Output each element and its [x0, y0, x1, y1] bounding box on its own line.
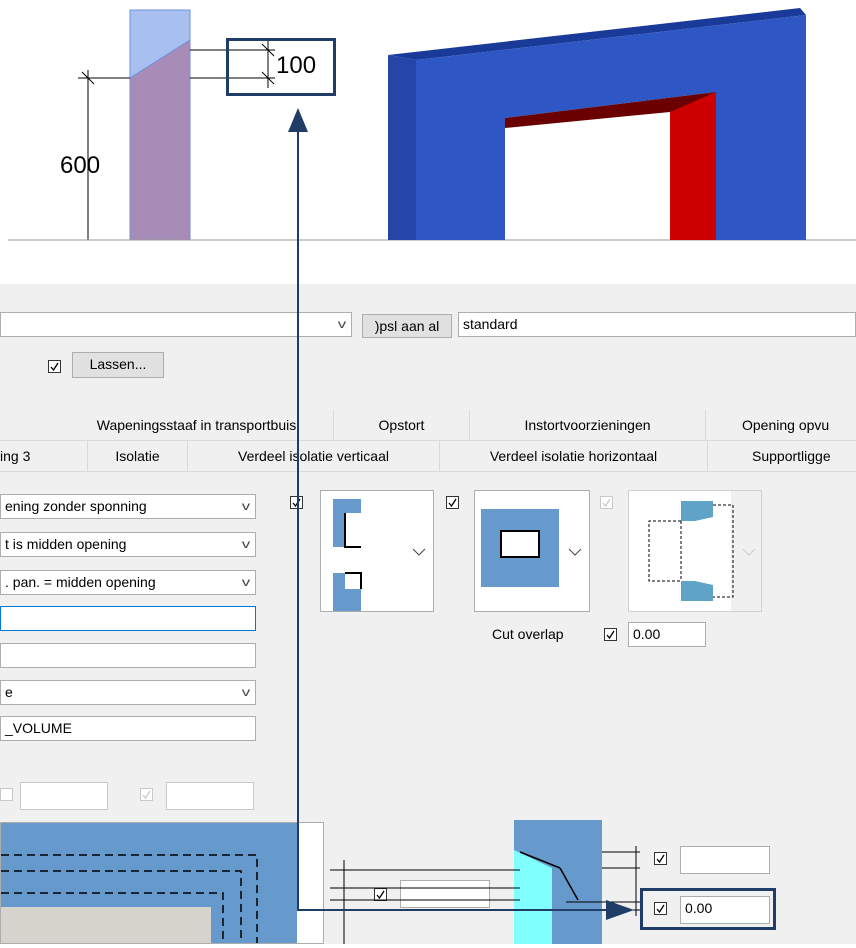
arrow-right-icon	[606, 900, 634, 920]
callout-arrow	[288, 108, 634, 920]
arrow-up-icon	[288, 108, 308, 132]
